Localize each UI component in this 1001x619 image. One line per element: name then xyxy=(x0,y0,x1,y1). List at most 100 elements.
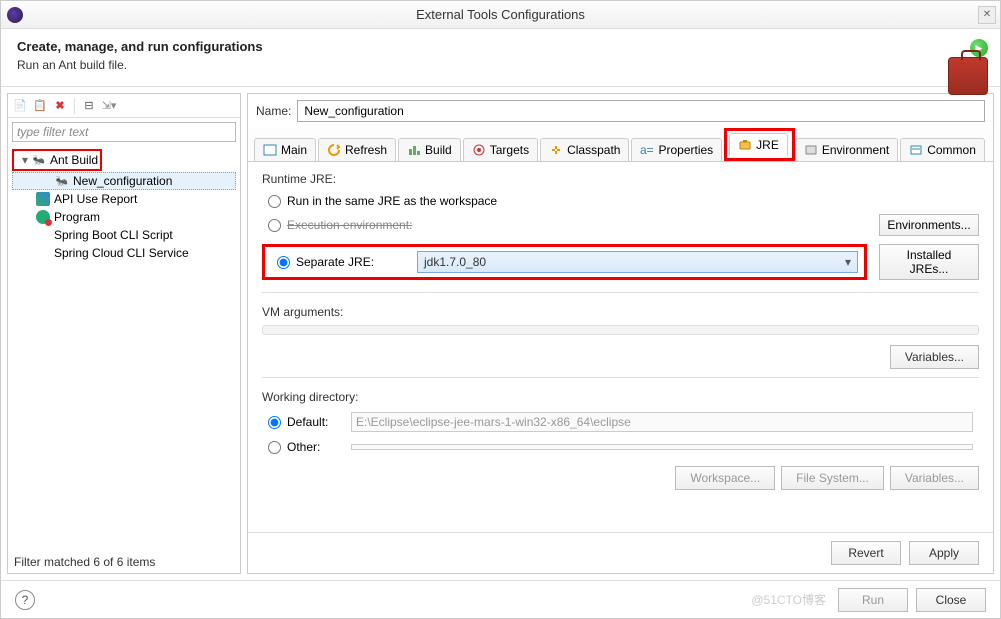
tab-refresh[interactable]: Refresh xyxy=(318,138,396,161)
tab-common[interactable]: Common xyxy=(900,138,985,161)
refresh-tab-icon xyxy=(327,143,341,157)
wd-default-value: E:\Eclipse\eclipse-jee-mars-1-win32-x86_… xyxy=(351,412,973,432)
help-icon[interactable]: ? xyxy=(15,590,35,610)
radio-same-jre-row[interactable]: Run in the same JRE as the workspace xyxy=(262,192,979,210)
name-input[interactable] xyxy=(297,100,985,122)
radio-wd-default-row[interactable]: Default: E:\Eclipse\eclipse-jee-mars-1-w… xyxy=(262,410,979,434)
runtime-jre-label: Runtime JRE: xyxy=(262,172,979,186)
vm-arguments-label: VM arguments: xyxy=(262,305,979,319)
config-tree: ▾ 🐜 Ant Build 🐜 New_configuration API Us… xyxy=(8,146,240,551)
tree-item-spring-cloud[interactable]: Spring Cloud CLI Service xyxy=(12,244,236,262)
tab-build[interactable]: Build xyxy=(398,138,461,161)
workspace-button[interactable]: Workspace... xyxy=(675,466,775,490)
tree-label: Spring Cloud CLI Service xyxy=(54,246,189,260)
vm-arguments-input[interactable] xyxy=(262,325,979,335)
tree-item-ant-build[interactable]: ▾ 🐜 Ant Build xyxy=(16,151,98,169)
radio-exec-env-row[interactable]: Execution environment: xyxy=(262,216,867,234)
filter-status: Filter matched 6 of 6 items xyxy=(8,551,240,573)
installed-jres-button[interactable]: Installed JREs... xyxy=(879,244,979,280)
tab-classpath[interactable]: Classpath xyxy=(540,138,629,161)
environment-tab-icon xyxy=(804,143,818,157)
run-button[interactable]: Run xyxy=(838,588,908,612)
tree-item-spring-boot[interactable]: Spring Boot CLI Script xyxy=(12,226,236,244)
tab-targets[interactable]: Targets xyxy=(463,138,538,161)
left-panel: 📄 📋 ✖ ⊟ ⇲▾ type filter text ▾ 🐜 Ant Buil… xyxy=(7,93,241,574)
tree-label: Ant Build xyxy=(50,153,98,167)
tab-jre[interactable]: JRE xyxy=(729,133,788,156)
ant-icon: 🐜 xyxy=(32,153,46,167)
radio-separate-jre-label: Separate JRE: xyxy=(296,255,374,269)
expand-icon[interactable]: ⇲▾ xyxy=(101,98,117,114)
common-tab-icon xyxy=(909,143,923,157)
radio-separate-jre-row[interactable]: Separate JRE: xyxy=(271,253,411,271)
filesystem-button[interactable]: File System... xyxy=(781,466,884,490)
tab-properties[interactable]: a=bProperties xyxy=(631,138,722,161)
delete-icon[interactable]: ✖ xyxy=(52,98,68,114)
separator xyxy=(74,98,75,114)
watermark: @51CTO博客 xyxy=(751,591,826,608)
program-icon xyxy=(36,210,50,224)
radio-wd-default-label: Default: xyxy=(287,415,345,429)
radio-exec-env[interactable] xyxy=(268,219,281,232)
ant-icon: 🐜 xyxy=(55,174,69,188)
wd-other-input[interactable] xyxy=(351,444,973,450)
radio-same-jre[interactable] xyxy=(268,195,281,208)
tree-item-new-configuration[interactable]: 🐜 New_configuration xyxy=(12,172,236,190)
tree-label: Program xyxy=(54,210,100,224)
build-tab-icon xyxy=(407,143,421,157)
filter-input[interactable]: type filter text xyxy=(12,122,236,142)
radio-exec-env-label: Execution environment: xyxy=(287,218,861,232)
highlight-ant-build: ▾ 🐜 Ant Build xyxy=(12,149,102,171)
radio-wd-other-label: Other: xyxy=(287,440,345,454)
tab-environment[interactable]: Environment xyxy=(795,138,898,161)
highlight-jre-tab: JRE xyxy=(724,128,795,161)
titlebar: External Tools Configurations ✕ xyxy=(1,1,1000,29)
radio-same-jre-label: Run in the same JRE as the workspace xyxy=(287,194,497,208)
tree-item-api-use[interactable]: API Use Report xyxy=(12,190,236,208)
duplicate-icon[interactable]: 📋 xyxy=(32,98,48,114)
left-toolbar: 📄 📋 ✖ ⊟ ⇲▾ xyxy=(8,94,240,118)
separator xyxy=(262,377,979,378)
separator xyxy=(262,292,979,293)
radio-separate-jre[interactable] xyxy=(277,256,290,269)
tree-label: API Use Report xyxy=(54,192,137,206)
tree-item-program[interactable]: Program xyxy=(12,208,236,226)
revert-button[interactable]: Revert xyxy=(831,541,901,565)
api-icon xyxy=(36,192,50,206)
collapse-all-icon[interactable]: ⊟ xyxy=(81,98,97,114)
window-close-button[interactable]: ✕ xyxy=(978,6,996,24)
eclipse-icon xyxy=(7,7,23,23)
highlight-separate-jre: Separate JRE: jdk1.7.0_80 xyxy=(262,244,867,280)
tree-label: New_configuration xyxy=(73,174,172,188)
header-title: Create, manage, and run configurations xyxy=(17,39,984,54)
radio-wd-default[interactable] xyxy=(268,416,281,429)
properties-tab-icon: a=b xyxy=(640,143,654,157)
config-buttons: Revert Apply xyxy=(248,532,993,573)
classpath-tab-icon xyxy=(549,143,563,157)
radio-wd-other[interactable] xyxy=(268,441,281,454)
header: Create, manage, and run configurations R… xyxy=(1,29,1000,87)
tree-label: Spring Boot CLI Script xyxy=(54,228,173,242)
right-panel: Name: Main Refresh Build Targets Classpa… xyxy=(247,93,994,574)
jre-tab-body: Runtime JRE: Run in the same JRE as the … xyxy=(248,162,993,532)
toolbox-icon xyxy=(948,57,988,95)
separate-jre-combo[interactable]: jdk1.7.0_80 xyxy=(417,251,858,273)
working-dir-label: Working directory: xyxy=(262,390,979,404)
targets-tab-icon xyxy=(472,143,486,157)
environments-button[interactable]: Environments... xyxy=(879,214,979,236)
radio-wd-other-row[interactable]: Other: xyxy=(262,438,979,456)
window-title: External Tools Configurations xyxy=(416,7,585,22)
tab-main[interactable]: Main xyxy=(254,138,316,161)
expand-toggle-icon[interactable]: ▾ xyxy=(22,153,32,167)
jre-tab-icon xyxy=(738,138,752,152)
new-config-icon[interactable]: 📄 xyxy=(12,98,28,114)
name-label: Name: xyxy=(256,104,291,118)
wd-variables-button[interactable]: Variables... xyxy=(890,466,979,490)
footer: ? @51CTO博客 Run Close xyxy=(1,580,1000,618)
vm-variables-button[interactable]: Variables... xyxy=(890,345,979,369)
close-button[interactable]: Close xyxy=(916,588,986,612)
apply-button[interactable]: Apply xyxy=(909,541,979,565)
svg-text:a=b: a=b xyxy=(640,143,654,157)
header-graphic: ▶ xyxy=(944,39,988,97)
main-tab-icon xyxy=(263,143,277,157)
